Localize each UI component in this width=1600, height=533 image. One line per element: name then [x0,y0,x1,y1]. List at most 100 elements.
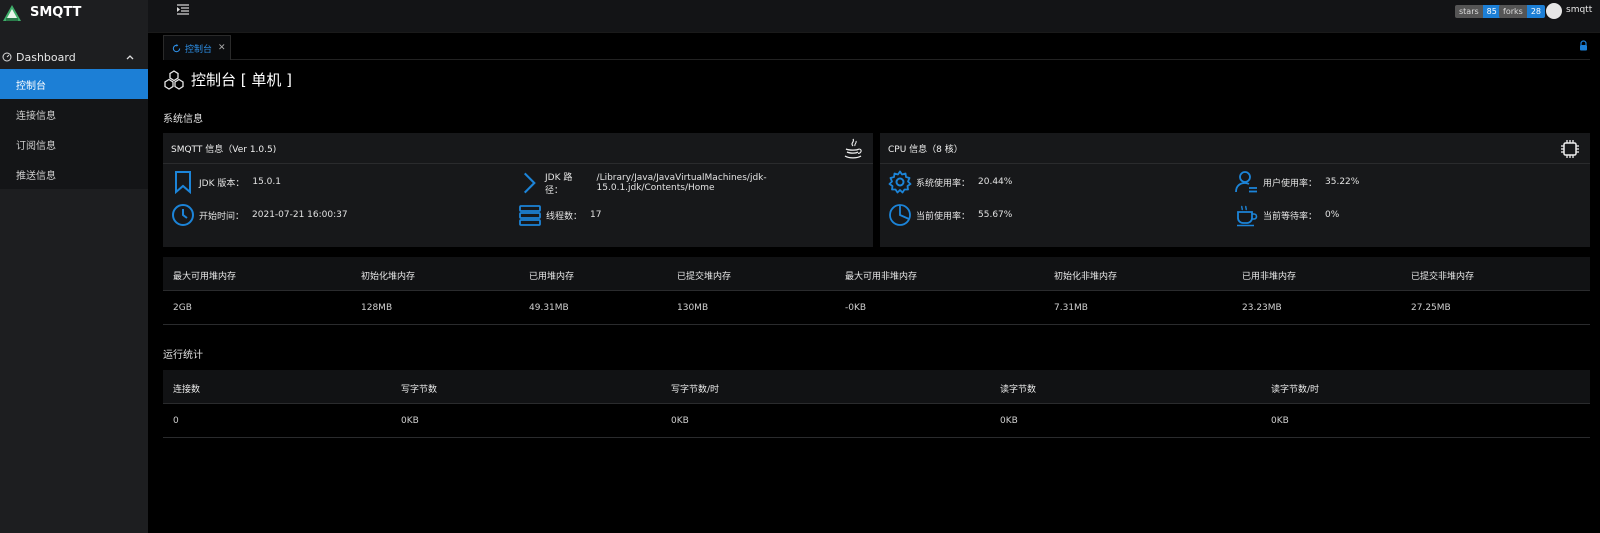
bookmark-icon [175,171,191,194]
table-header-cell: 最大可用非堆内存 [845,272,918,282]
table-cell: 2GB [173,303,192,313]
cpu-info-card: CPU 信息（8 核） 系统使用率： 20.44% 用户使用率： 35.22% [880,133,1590,247]
tab-label: 控制台 [185,44,213,55]
table-row: 2GB 128MB 49.31MB 130MB -0KB 7.31MB 23.2… [163,291,1590,325]
tab-bar: 控制台 ✕ [163,35,1590,60]
sidebar-item-publish[interactable]: 推送信息 [0,159,148,189]
table-header-cell: 连接数 [173,385,201,395]
top-bar: stars 85 forks 28 smqtt [148,0,1600,33]
table-cell: 7.31MB [1054,303,1088,313]
submenu: 控制台 连接信息 订阅信息 推送信息 [0,69,148,189]
system-usage-row: 系统使用率： 20.44% [888,170,1012,194]
table-header-cell: 读字节数 [1000,385,1037,395]
page-title-text: 控制台 [ 单机 ] [191,71,293,89]
stars-label: stars [1455,5,1483,18]
table-header-cell: 读字节数/时 [1271,385,1320,395]
jdk-version-value: 15.0.1 [252,177,281,187]
current-usage-label: 当前使用率： [916,211,971,222]
sidebar-item-label: 控制台 [16,80,46,92]
start-time-row: 开始时间： 2021-07-21 16:00:37 [171,203,348,227]
sidebar-item-label: 连接信息 [16,110,56,122]
page-title: 控制台 [ 单机 ] [163,69,292,90]
table-header-row: 连接数 写字节数 写字节数/时 读字节数 读字节数/时 [163,370,1590,404]
brand[interactable]: SMQTT [0,0,148,25]
table-cell: 0KB [1271,416,1289,426]
user-name[interactable]: smqtt [1566,5,1592,15]
system-usage-value: 20.44% [978,177,1013,187]
memory-table: 最大可用堆内存 初始化堆内存 已用堆内存 已提交堆内存 最大可用非堆内存 初始化… [163,257,1590,325]
table-cell: 0KB [401,416,419,426]
table-header-cell: 初始化堆内存 [361,272,416,282]
table-header-cell: 写字节数/时 [671,385,720,395]
chevron-right-icon [523,172,536,194]
table-header-cell: 已提交非堆内存 [1411,272,1475,282]
sidebar: SMQTT Dashboard 控制台 连接信息 订阅信息 推送信息 [0,0,148,533]
jdk-version-label: JDK 版本： [199,178,245,189]
menu-fold-icon[interactable] [177,4,189,15]
current-wait-label: 当前等待率： [1263,211,1318,222]
table-cell: -0KB [845,303,867,313]
table-header-cell: 已用堆内存 [529,272,575,282]
java-icon [844,138,862,159]
threads-value: 17 [590,210,602,220]
coffee-cup-icon [1237,205,1258,227]
card-header: CPU 信息（8 核） [880,133,1590,164]
cpu-card-title: CPU 信息（8 核） [888,144,963,155]
menu-dashboard-label: Dashboard [16,50,76,64]
jdk-path-label: JDK 路径： [545,173,573,196]
table-row: 0 0KB 0KB 0KB 0KB [163,404,1590,438]
pie-chart-icon [889,204,911,226]
current-usage-row: 当前使用率： 55.67% [888,203,1012,227]
refresh-icon [172,43,181,52]
jdk-version-row: JDK 版本： 15.0.1 [171,170,281,194]
threads-row: 线程数： 17 [518,203,601,227]
current-wait-value: 0% [1325,210,1340,220]
tab-console[interactable]: 控制台 ✕ [163,35,231,60]
table-cell: 128MB [361,303,393,313]
menu-group-dashboard: Dashboard 控制台 连接信息 订阅信息 推送信息 [0,45,148,189]
user-usage-value: 35.22% [1325,177,1360,187]
user-icon [1235,171,1257,193]
user-usage-row: 用户使用率： 35.22% [1235,170,1359,194]
user-usage-label: 用户使用率： [1263,178,1318,189]
start-time-value: 2021-07-21 16:00:37 [252,210,348,220]
table-cell: 27.25MB [1411,303,1451,313]
forks-label: forks [1499,5,1527,18]
table-cell: 0KB [1000,416,1018,426]
menu-dashboard[interactable]: Dashboard [0,45,148,69]
table-cell: 0KB [671,416,689,426]
jdk-path-value: /Library/Java/JavaVirtualMachines/jdk-15… [596,173,767,193]
sidebar-item-subscriptions[interactable]: 订阅信息 [0,129,148,159]
current-wait-row: 当前等待率： 0% [1235,203,1339,227]
sidebar-item-connections[interactable]: 连接信息 [0,99,148,129]
sidebar-item-label: 推送信息 [16,170,56,182]
clock-icon [172,204,194,226]
smqtt-info-card: SMQTT 信息（Ver 1.0.5) JDK 版本： 15.0.1 JDK 路… [163,133,873,247]
threads-label: 线程数： [546,211,583,222]
cubes-icon [164,69,184,90]
start-time-label: 开始时间： [199,211,245,222]
lock-icon[interactable] [1579,40,1588,51]
dashboard-icon [2,52,12,62]
forks-badge[interactable]: forks 28 [1499,5,1545,18]
smqtt-card-title: SMQTT 信息（Ver 1.0.5) [171,144,277,155]
section-title-system-info: 系统信息 [163,114,203,125]
jdk-path-row: JDK 路径： /Library/Java/JavaVirtualMachine… [518,170,873,196]
close-icon[interactable]: ✕ [218,43,226,53]
forks-count: 28 [1526,5,1545,18]
sidebar-item-console[interactable]: 控制台 [0,69,148,99]
table-header-row: 最大可用堆内存 初始化堆内存 已用堆内存 已提交堆内存 最大可用非堆内存 初始化… [163,257,1590,291]
current-usage-value: 55.67% [978,210,1013,220]
sidebar-item-label: 订阅信息 [16,140,56,152]
table-header-cell: 初始化非堆内存 [1054,272,1118,282]
stars-badge[interactable]: stars 85 [1455,5,1501,18]
app-name: SMQTT [30,5,82,20]
gear-icon [888,170,912,194]
cpu-chip-icon [1561,140,1579,158]
runtime-stats-table: 连接数 写字节数 写字节数/时 读字节数 读字节数/时 0 0KB 0KB 0K… [163,370,1590,438]
table-cell: 0 [173,416,179,426]
table-cell: 23.23MB [1242,303,1282,313]
avatar[interactable] [1546,3,1562,19]
smqtt-logo-icon [3,4,21,21]
system-usage-label: 系统使用率： [916,178,971,189]
